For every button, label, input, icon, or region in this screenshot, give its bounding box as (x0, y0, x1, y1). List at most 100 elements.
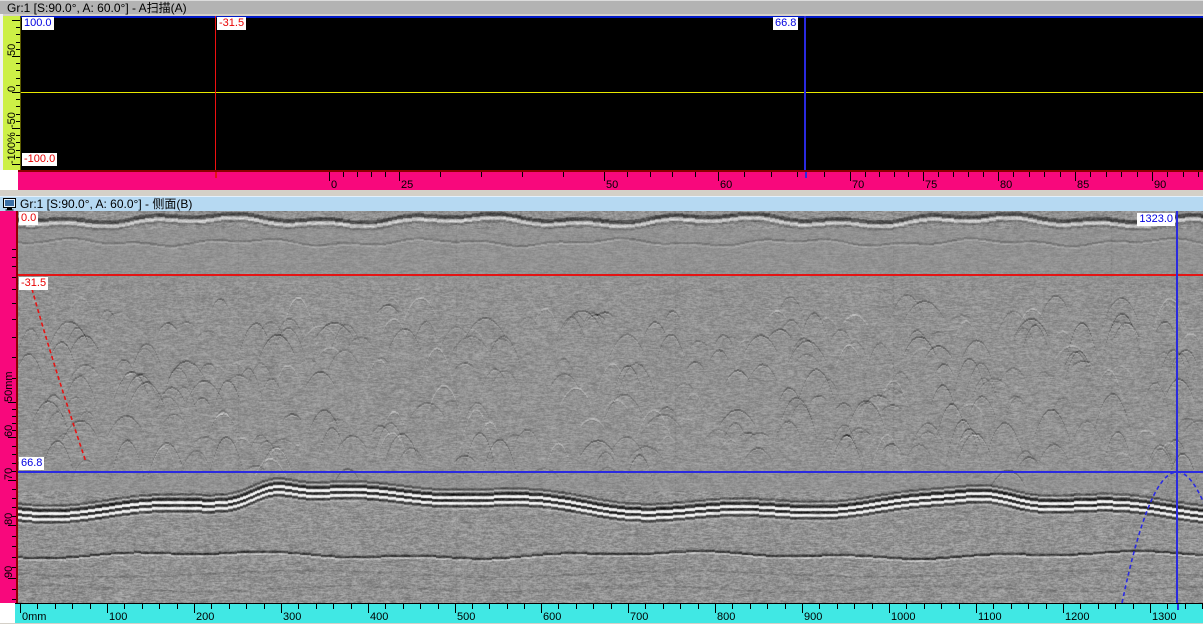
ruler-tick (889, 604, 890, 613)
ruler-tick-label: 70 (3, 468, 15, 480)
ruler-tick (16, 49, 20, 50)
ruler-tick (124, 604, 125, 609)
ruler-tick (16, 142, 20, 143)
ruler-tick-label: 1200 (1065, 611, 1089, 623)
bscan-title-bar[interactable]: Gr:1 [S:90.0°, A: 60.0°] - 侧面(B) (0, 196, 1203, 211)
ruler-tick (953, 172, 954, 177)
ruler-tick (1029, 172, 1030, 177)
ruler-tick (522, 172, 523, 177)
ruler-tick (576, 604, 577, 609)
bscan-blue-cursor-line[interactable] (18, 471, 1203, 473)
bscan-blue-position-line[interactable] (1176, 211, 1178, 603)
ruler-tick (1137, 172, 1138, 177)
ruler-tick (16, 70, 20, 71)
ruler-tick (20, 604, 21, 613)
ascan-blue-cursor-line[interactable] (804, 16, 806, 170)
ruler-tick (1106, 172, 1107, 177)
ruler-tick (55, 604, 56, 609)
ruler-tick (628, 604, 629, 613)
blue-position-ruler-mark (1177, 604, 1179, 610)
ruler-tick (12, 589, 16, 590)
ruler-tick-label: 80 (3, 513, 15, 525)
ruler-tick (16, 164, 20, 165)
ruler-tick (12, 498, 16, 499)
scan-axis-ruler[interactable]: 0mm1002003004005006007008009001000110012… (15, 603, 1203, 623)
ruler-tick (1098, 604, 1099, 609)
ruler-tick-label: 400 (370, 611, 388, 623)
ruler-tick (645, 604, 646, 609)
ruler-tick (698, 604, 699, 609)
ruler-tick (16, 106, 20, 107)
scan-ruler-corner (0, 603, 15, 623)
ruler-tick (16, 135, 20, 136)
ruler-tick (507, 604, 508, 609)
red-beam-arc[interactable] (32, 289, 86, 462)
ruler-tick (16, 85, 20, 86)
ascan-title-bar[interactable]: Gr:1 [S:90.0°, A: 60.0°] - A扫描(A) (0, 0, 1203, 14)
ruler-tick (264, 604, 265, 609)
bscan-blue-cursor-readout: 66.8 (19, 457, 44, 470)
ruler-tick (72, 604, 73, 609)
ruler-tick (489, 604, 490, 609)
ruler-tick (541, 604, 542, 613)
bscan-position-readout: 1323.0 (1137, 213, 1175, 226)
ruler-tick (12, 430, 16, 431)
ruler-tick (229, 604, 230, 609)
ruler-tick (16, 121, 20, 122)
ruler-tick (797, 172, 798, 177)
ruler-tick (1115, 604, 1116, 609)
ruler-tick (819, 604, 820, 609)
ruler-tick (959, 604, 960, 609)
ruler-tick (1046, 604, 1047, 609)
ruler-tick (12, 416, 16, 417)
ruler-tick (1011, 604, 1012, 609)
ruler-tick-label: 300 (283, 611, 301, 623)
ruler-tick (1090, 172, 1091, 177)
bscan-red-cursor-readout: -31.5 (19, 277, 48, 290)
bscan-red-cursor-line[interactable] (18, 274, 1203, 276)
ruler-tick-label: 100 (109, 611, 127, 623)
ruler-tick (785, 604, 786, 609)
ruler-tick (924, 604, 925, 609)
ruler-tick-label: 50mm (3, 371, 15, 402)
ruler-tick (824, 172, 825, 177)
ruler-tick (472, 604, 473, 609)
ruler-tick (1167, 172, 1168, 177)
ruler-tick (8, 525, 16, 526)
ruler-tick (1075, 172, 1076, 181)
ascan-blue-cursor-readout: 66.8 (773, 17, 798, 30)
ruler-tick (351, 604, 352, 609)
ruler-tick (246, 604, 247, 609)
ruler-tick (440, 172, 441, 177)
depth-ruler[interactable]: 50mm60708090 (0, 211, 18, 603)
ruler-tick (16, 56, 20, 57)
ruler-tick (368, 604, 369, 613)
ruler-tick (650, 172, 651, 177)
ruler-tick (908, 172, 909, 177)
ruler-tick (695, 172, 696, 177)
bscan-title: Gr:1 [S:90.0°, A: 60.0°] - 侧面(B) (20, 197, 192, 212)
ruler-tick (16, 92, 20, 93)
ruler-tick (16, 157, 20, 158)
ruler-tick (604, 172, 605, 181)
ruler-tick (12, 319, 16, 320)
ruler-tick (611, 604, 612, 609)
ruler-tick (771, 172, 772, 177)
amplitude-ruler[interactable]: 500-50-100% (3, 16, 21, 170)
ruler-tick (12, 567, 16, 568)
ruler-tick-label: 0mm (22, 611, 46, 623)
blue-beam-arc[interactable] (1122, 472, 1203, 603)
beam-arc-overlay (18, 211, 1203, 603)
ruler-tick (744, 172, 745, 177)
ruler-tick (976, 604, 977, 613)
soundpath-ruler[interactable]: 02550607075808590 (18, 170, 1203, 190)
ruler-tick (385, 604, 386, 609)
ruler-tick (872, 604, 873, 609)
ruler-tick (12, 337, 16, 338)
ruler-tick (993, 604, 994, 609)
ascan-red-cursor-line[interactable] (215, 16, 216, 170)
ruler-tick (12, 249, 16, 250)
ascan-plot[interactable] (21, 16, 1203, 170)
ruler-tick (281, 604, 282, 613)
ruler-tick (1133, 604, 1134, 609)
